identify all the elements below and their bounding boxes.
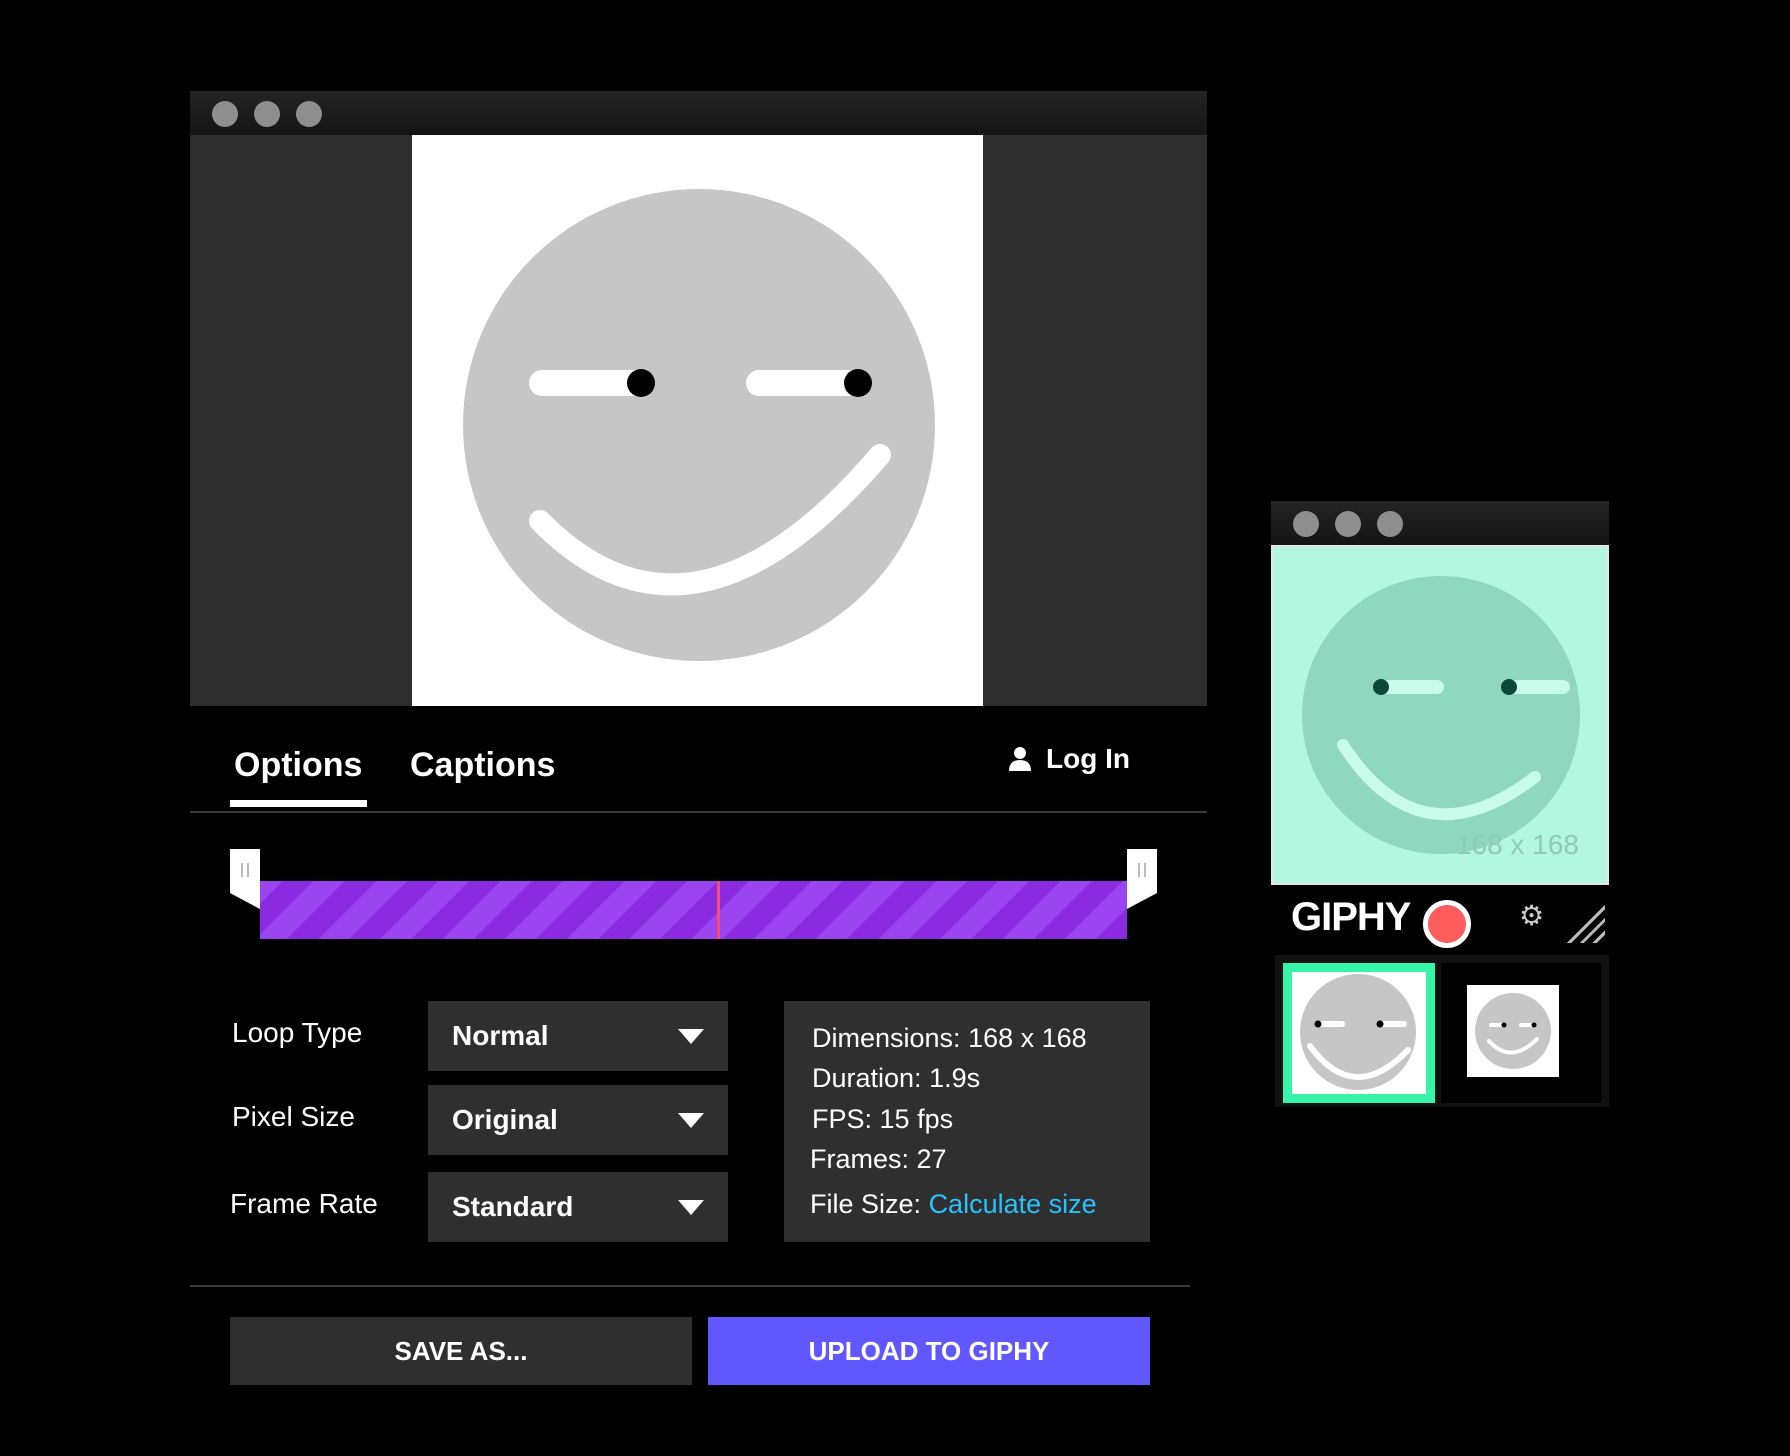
filesize-row: File Size: Calculate size — [810, 1189, 1097, 1220]
tab-divider — [190, 811, 1207, 813]
pixel-size-value: Original — [452, 1104, 558, 1135]
gif-preview-area — [190, 135, 1207, 706]
tab-captions[interactable]: Captions — [410, 746, 555, 785]
chevron-down-icon — [678, 1112, 704, 1128]
smiley-face-image — [463, 189, 935, 661]
smiley-thumbnail-icon — [1300, 974, 1416, 1090]
playhead-marker[interactable] — [717, 881, 720, 939]
smiley-thumbnail-icon — [1475, 993, 1551, 1069]
fps-row: FPS: 15 fps — [812, 1104, 953, 1135]
smiley-face-image — [1302, 576, 1580, 854]
frames-label: Frames: — [810, 1144, 910, 1174]
capture-window: 168 x 168 GIPHY ⚙ — [1271, 501, 1609, 1107]
dimensions-value: 168 x 168 — [968, 1023, 1087, 1053]
fps-value: 15 fps — [879, 1104, 954, 1134]
thumbnail-selected[interactable] — [1283, 963, 1435, 1103]
gif-preview-canvas — [412, 135, 983, 706]
giphy-logo: GIPHY — [1291, 895, 1411, 939]
trim-start-handle[interactable] — [230, 849, 260, 909]
resize-handle-icon[interactable] — [1561, 899, 1605, 943]
capture-close-button[interactable] — [1293, 511, 1319, 537]
tab-options[interactable]: Options — [234, 746, 362, 785]
dimensions-label: Dimensions: — [812, 1023, 961, 1053]
loop-type-value: Normal — [452, 1020, 549, 1051]
pixel-size-label: Pixel Size — [232, 1101, 355, 1132]
frames-value: 27 — [916, 1144, 947, 1174]
upload-to-giphy-button[interactable]: UPLOAD TO GIPHY — [708, 1317, 1150, 1385]
filesize-label: File Size: — [810, 1189, 922, 1219]
duration-label: Duration: — [812, 1063, 922, 1093]
login-label: Log In — [1046, 743, 1130, 774]
capture-toolbar: GIPHY ⚙ — [1271, 885, 1609, 955]
duration-row: Duration: 1.9s — [812, 1063, 980, 1094]
frame-rate-label: Frame Rate — [230, 1188, 378, 1219]
user-icon — [1009, 747, 1031, 771]
loop-type-select[interactable]: Normal — [428, 1001, 728, 1071]
editor-titlebar — [190, 91, 1207, 135]
footer-divider — [190, 1285, 1190, 1287]
gear-icon[interactable]: ⚙ — [1519, 899, 1544, 932]
active-tab-indicator — [230, 800, 367, 807]
dimensions-row: Dimensions: 168 x 168 — [812, 1023, 1087, 1054]
frame-thumbnails — [1275, 955, 1609, 1107]
fps-label: FPS: — [812, 1104, 873, 1134]
trim-timeline-bar[interactable] — [260, 881, 1127, 939]
capture-minimize-button[interactable] — [1335, 511, 1361, 537]
window-close-button[interactable] — [212, 101, 238, 127]
capture-zoom-button[interactable] — [1377, 511, 1403, 537]
window-zoom-button[interactable] — [296, 101, 322, 127]
capture-titlebar — [1271, 501, 1609, 545]
capture-dimensions: 168 x 168 — [1456, 829, 1579, 860]
editor-window: Options Captions Log In Loop Type Normal… — [190, 91, 1207, 1411]
window-minimize-button[interactable] — [254, 101, 280, 127]
login-button[interactable]: Log In — [1008, 743, 1130, 775]
save-as-button[interactable]: SAVE AS... — [230, 1317, 692, 1385]
pixel-size-select[interactable]: Original — [428, 1085, 728, 1155]
duration-value: 1.9s — [929, 1063, 981, 1093]
record-button[interactable] — [1423, 900, 1471, 948]
frame-rate-value: Standard — [452, 1191, 574, 1222]
capture-region[interactable]: 168 x 168 — [1271, 545, 1609, 885]
chevron-down-icon — [678, 1028, 704, 1044]
chevron-down-icon — [678, 1199, 704, 1215]
loop-type-label: Loop Type — [232, 1017, 363, 1048]
trim-end-handle[interactable] — [1127, 849, 1157, 909]
calculate-size-link[interactable]: Calculate size — [929, 1189, 1097, 1219]
frames-row: Frames: 27 — [810, 1144, 947, 1175]
gif-info-panel: Dimensions: 168 x 168 Duration: 1.9s FPS… — [784, 1001, 1150, 1242]
frame-rate-select[interactable]: Standard — [428, 1172, 728, 1242]
thumbnail[interactable] — [1441, 963, 1601, 1103]
